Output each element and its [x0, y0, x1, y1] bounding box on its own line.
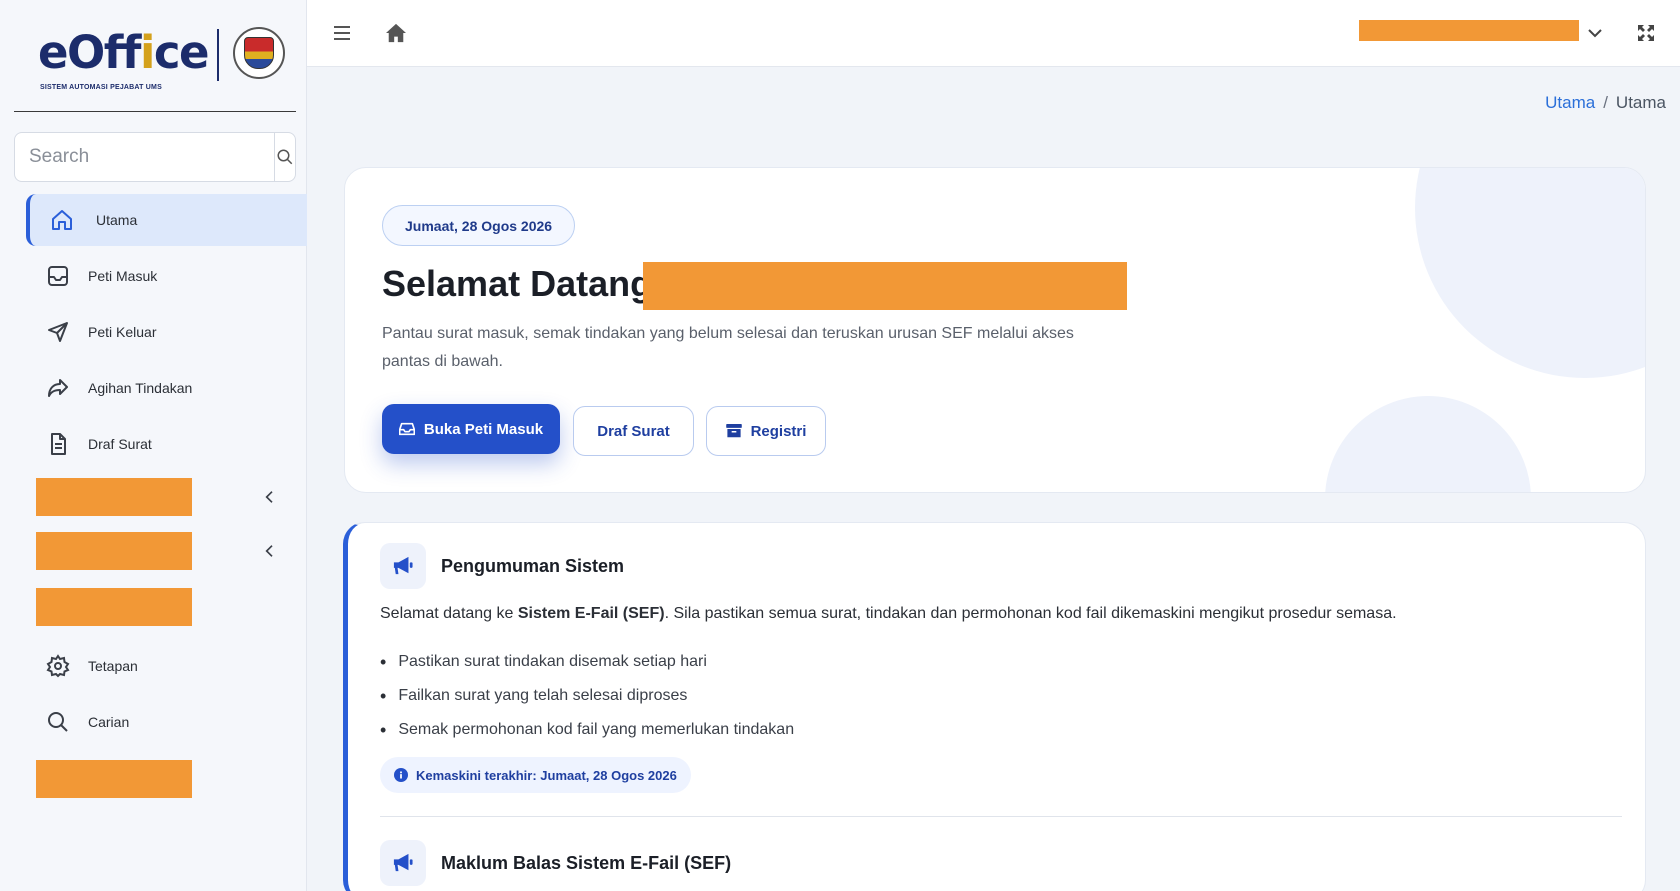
archive-icon: [725, 424, 742, 438]
info-icon: [394, 768, 408, 782]
last-updated-badge: Kemaskini terakhir: Jumaat, 28 Ogos 2026: [380, 757, 691, 793]
announcement-body: Selamat datang ke Sistem E-Fail (SEF). S…: [380, 605, 1397, 622]
sidebar-item-draf-surat[interactable]: Draf Surat: [26, 418, 307, 470]
breadcrumb-separator: /: [1603, 93, 1608, 112]
home-icon: [386, 23, 406, 43]
sidebar-item-carian[interactable]: Carian: [26, 696, 307, 748]
document-icon: [51, 433, 66, 455]
megaphone-icon: [393, 853, 413, 872]
sidebar-item-peti-keluar[interactable]: Peti Keluar: [26, 306, 307, 358]
open-inbox-button[interactable]: Buka Peti Masuk: [382, 404, 560, 454]
breadcrumb-current: Utama: [1615, 93, 1666, 112]
redacted-menu-item[interactable]: [36, 760, 192, 798]
search-icon: [277, 149, 293, 165]
welcome-title: Selamat Datang,: [382, 263, 663, 304]
sidebar-item-label: Agihan Tindakan: [88, 380, 193, 396]
fullscreen-button[interactable]: [1633, 20, 1659, 46]
chevron-left-icon[interactable]: [262, 489, 278, 505]
topbar: [307, 0, 1680, 67]
breadcrumb-link[interactable]: Utama: [1545, 93, 1595, 112]
menu-toggle-button[interactable]: [329, 20, 355, 46]
sidebar-item-peti-masuk[interactable]: Peti Masuk: [26, 250, 307, 302]
logo-subtitle: SISTEM AUTOMASI PEJABAT UMS: [40, 84, 162, 91]
home-icon: [52, 210, 72, 230]
registry-label: Registri: [750, 422, 807, 440]
announcement-title: Pengumuman Sistem: [441, 556, 625, 576]
sidebar-item-label: Peti Keluar: [88, 324, 157, 340]
open-inbox-label: Buka Peti Masuk: [423, 420, 544, 438]
send-icon: [48, 322, 68, 342]
sidebar-item-label: Peti Masuk: [88, 268, 158, 284]
sidebar-item-agihan-tindakan[interactable]: Agihan Tindakan: [26, 362, 307, 414]
sidebar-item-label: Draf Surat: [88, 436, 152, 452]
redacted-menu-item[interactable]: [36, 532, 192, 570]
sidebar-item-label: Tetapan: [88, 658, 138, 674]
redacted-menu-item[interactable]: [36, 478, 192, 516]
brand-logo[interactable]: eOffice SISTEM AUTOMASI PEJABAT UMS: [14, 10, 296, 112]
list-item: Failkan surat yang telah selesai diprose…: [380, 679, 794, 713]
feedback-icon-box: [380, 840, 426, 886]
welcome-card: Jumaat, 28 Ogos 2026 Selamat Datang, Pan…: [344, 167, 1646, 493]
share-icon: [48, 379, 68, 397]
home-button[interactable]: [383, 20, 409, 46]
search-box: [14, 132, 296, 182]
university-seal-icon: [233, 27, 285, 79]
announcement-list: Pastikan surat tindakan disemak setiap h…: [380, 645, 794, 747]
user-menu-dropdown[interactable]: [1582, 20, 1608, 46]
feedback-title: Maklum Balas Sistem E-Fail (SEF): [441, 853, 732, 873]
inbox-icon: [48, 266, 68, 286]
user-name-redacted: [643, 262, 1127, 310]
welcome-description: Pantau surat masuk, semak tindakan yang …: [382, 325, 1074, 370]
user-name-redacted[interactable]: [1359, 20, 1579, 41]
chevron-left-icon[interactable]: [262, 543, 278, 559]
divider: [380, 816, 1622, 817]
draft-letter-button[interactable]: Draf Surat: [573, 406, 694, 456]
sidebar: eOffice SISTEM AUTOMASI PEJABAT UMS Utam…: [0, 0, 307, 891]
sidebar-item-label: Utama: [96, 212, 138, 228]
megaphone-icon: [393, 556, 413, 575]
inbox-icon: [398, 422, 415, 436]
last-updated-text: Kemaskini terakhir: Jumaat, 28 Ogos 2026: [416, 767, 677, 783]
logo-divider: [217, 29, 219, 81]
draft-letter-label: Draf Surat: [597, 422, 670, 440]
announcement-icon-box: [380, 543, 426, 589]
fullscreen-icon: [1638, 25, 1654, 41]
registry-button[interactable]: Registri: [706, 406, 826, 456]
date-badge: Jumaat, 28 Ogos 2026: [382, 205, 576, 246]
search-button[interactable]: [275, 133, 295, 181]
sidebar-item-tetapan[interactable]: Tetapan: [26, 640, 307, 692]
search-input[interactable]: [15, 133, 275, 181]
decorative-circle: [1415, 168, 1645, 378]
redacted-menu-item[interactable]: [36, 588, 192, 626]
announcement-card: Pengumuman Sistem Selamat datang ke Sist…: [343, 522, 1646, 891]
logo-text: eOffice: [38, 26, 210, 79]
list-item: Semak permohonan kod fail yang memerluka…: [380, 713, 794, 747]
sidebar-item-label: Carian: [88, 714, 130, 730]
decorative-circle: [1325, 396, 1531, 492]
search-icon: [48, 712, 68, 732]
gear-icon: [46, 654, 70, 678]
hamburger-icon: [334, 26, 350, 40]
sidebar-item-utama[interactable]: Utama: [26, 194, 307, 246]
chevron-down-icon: [1588, 29, 1602, 38]
breadcrumb: Utama / Utama: [1545, 93, 1666, 113]
list-item: Pastikan surat tindakan disemak setiap h…: [380, 645, 794, 679]
